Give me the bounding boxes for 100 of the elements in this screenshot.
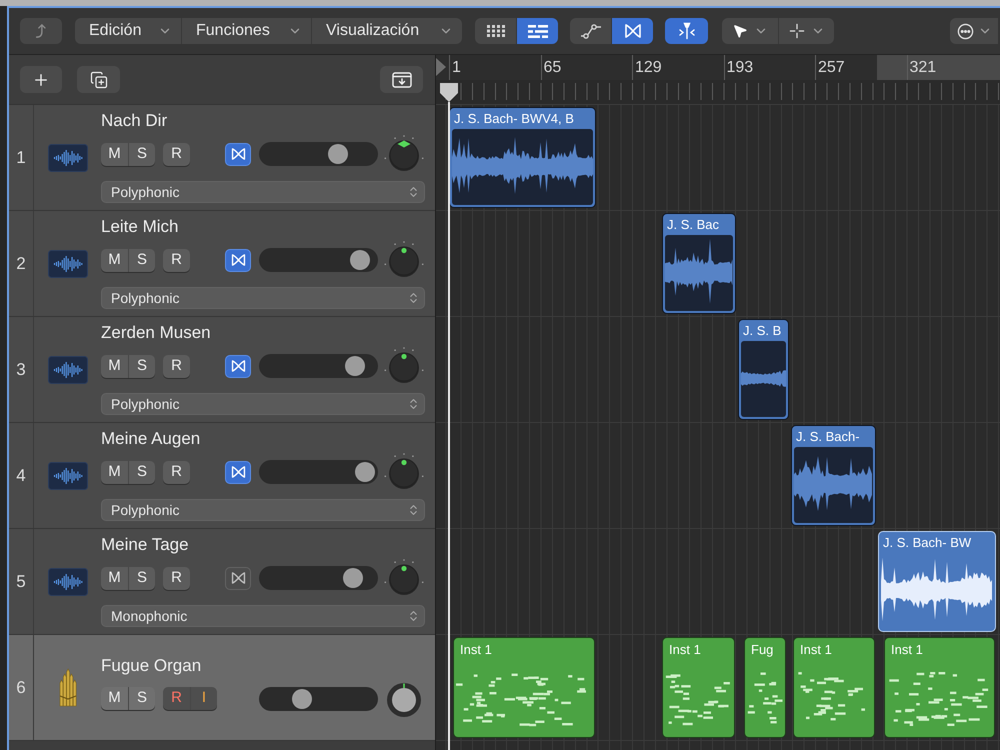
audio-region[interactable]: J. S. Bach- bbox=[791, 425, 876, 526]
list-view-button[interactable] bbox=[516, 18, 558, 44]
midi-region[interactable]: Fug bbox=[744, 637, 786, 738]
solo-button[interactable]: S bbox=[128, 354, 155, 378]
midi-region[interactable]: Inst 1 bbox=[662, 637, 735, 738]
mode-dropdown[interactable]: Polyphonic bbox=[101, 287, 425, 309]
track-header[interactable]: 2 Leite Mich M S R Polyphonic bbox=[9, 211, 435, 317]
mute-button[interactable]: M bbox=[101, 142, 128, 166]
mode-dropdown[interactable]: Polyphonic bbox=[101, 181, 425, 203]
track-header[interactable]: 1 Nach Dir M S R Polyphonic bbox=[9, 105, 435, 211]
record-button[interactable]: R bbox=[163, 354, 190, 378]
record-button[interactable]: R bbox=[163, 687, 190, 710]
more-options-button[interactable] bbox=[950, 18, 998, 44]
playhead-handle[interactable] bbox=[439, 82, 459, 103]
solo-button[interactable]: S bbox=[128, 687, 155, 710]
slider-thumb[interactable] bbox=[350, 250, 370, 270]
track-header[interactable]: 5 Meine Tage M S R Monophonic bbox=[9, 529, 435, 635]
grid-view-button[interactable] bbox=[475, 18, 516, 44]
pan-knob[interactable] bbox=[384, 134, 424, 174]
bowtie-icon bbox=[230, 571, 246, 585]
mode-dropdown[interactable]: Polyphonic bbox=[101, 393, 425, 415]
midi-region[interactable]: Inst 1 bbox=[453, 637, 595, 738]
region-name: J. S. Bach- BW bbox=[882, 534, 972, 552]
track-header[interactable]: 4 Meine Augen M S R Polyphonic bbox=[9, 423, 435, 529]
duplicate-track-button[interactable] bbox=[77, 66, 120, 93]
solo-button[interactable]: S bbox=[128, 248, 155, 272]
grid-icon bbox=[486, 25, 504, 37]
flex-button[interactable] bbox=[225, 460, 251, 484]
cycle-area[interactable] bbox=[877, 55, 1000, 80]
audio-region[interactable]: J. S. B bbox=[738, 319, 789, 420]
slider-thumb[interactable] bbox=[292, 688, 312, 708]
volume-slider[interactable] bbox=[259, 248, 378, 272]
waveform-icon bbox=[48, 462, 88, 490]
tool-menu-button[interactable] bbox=[722, 18, 778, 44]
mode-dropdown[interactable]: Monophonic bbox=[101, 605, 425, 627]
mute-button[interactable]: M bbox=[101, 460, 128, 484]
flex-button[interactable] bbox=[611, 18, 653, 44]
waveform-icon bbox=[48, 250, 88, 278]
tray-download-icon bbox=[392, 72, 412, 88]
menu-button[interactable]: Edición bbox=[75, 18, 181, 44]
midi-region[interactable]: Inst 1 bbox=[884, 637, 995, 738]
record-button[interactable]: R bbox=[163, 460, 190, 484]
flex-button[interactable] bbox=[225, 354, 251, 378]
pointer-icon bbox=[732, 23, 748, 39]
slider-thumb[interactable] bbox=[342, 568, 363, 588]
track-number: 1 bbox=[16, 146, 26, 169]
track-name: Zerden Musen bbox=[101, 324, 212, 342]
track-header[interactable]: 6 Fugue Organ M S R I bbox=[9, 635, 435, 741]
back-button[interactable] bbox=[20, 18, 62, 44]
record-button[interactable]: R bbox=[163, 566, 190, 590]
audio-region[interactable]: J. S. Bac bbox=[662, 213, 736, 314]
track-number: 2 bbox=[16, 252, 26, 275]
slider-thumb[interactable] bbox=[328, 144, 348, 164]
volume-slider[interactable] bbox=[259, 460, 378, 484]
slider-thumb[interactable] bbox=[355, 462, 376, 482]
bar-number: 65 bbox=[544, 59, 562, 76]
waveform-icon bbox=[48, 144, 88, 172]
catch-button[interactable] bbox=[665, 18, 708, 44]
region-name: Inst 1 bbox=[668, 641, 702, 659]
waveform-icon bbox=[48, 568, 88, 596]
bowtie-icon bbox=[230, 465, 246, 479]
track-name: Meine Tage bbox=[101, 536, 190, 554]
volume-slider[interactable] bbox=[259, 354, 378, 378]
record-button[interactable]: R bbox=[163, 248, 190, 272]
volume-slider[interactable] bbox=[259, 566, 378, 590]
add-track-button[interactable] bbox=[20, 66, 62, 93]
region-name: Inst 1 bbox=[890, 641, 924, 659]
bowtie-icon bbox=[230, 253, 246, 267]
solo-button[interactable]: S bbox=[128, 566, 155, 590]
audio-region[interactable]: J. S. Bach- BW bbox=[878, 531, 996, 632]
track-name: Nach Dir bbox=[101, 112, 168, 130]
tool-menu-button[interactable] bbox=[778, 18, 834, 44]
record-button[interactable]: R bbox=[163, 142, 190, 166]
input-monitor-button[interactable]: I bbox=[190, 687, 217, 710]
triangle-marker-icon[interactable] bbox=[436, 58, 446, 76]
flex-button[interactable] bbox=[225, 142, 251, 166]
menu-button[interactable]: Visualización bbox=[311, 18, 462, 44]
mode-dropdown[interactable]: Polyphonic bbox=[101, 499, 425, 521]
slider-thumb[interactable] bbox=[344, 356, 365, 376]
menu-button[interactable]: Funciones bbox=[181, 18, 311, 44]
region-name: J. S. Bach- bbox=[795, 428, 861, 446]
volume-slider[interactable] bbox=[259, 142, 378, 166]
tray-button[interactable] bbox=[380, 66, 423, 93]
track-number: 5 bbox=[16, 570, 26, 593]
bar-number: 1 bbox=[452, 59, 461, 76]
mute-button[interactable]: M bbox=[101, 248, 128, 272]
automation-button[interactable] bbox=[570, 18, 611, 44]
bar-number: 321 bbox=[910, 59, 936, 76]
solo-button[interactable]: S bbox=[128, 460, 155, 484]
volume-slider[interactable] bbox=[259, 686, 378, 710]
flex-button[interactable] bbox=[225, 248, 251, 272]
track-header[interactable]: 3 Zerden Musen M S R Polyphonic bbox=[9, 317, 435, 423]
mute-button[interactable]: M bbox=[101, 687, 128, 710]
list-icon bbox=[528, 24, 548, 38]
track-number: 3 bbox=[16, 358, 26, 381]
solo-button[interactable]: S bbox=[128, 142, 155, 166]
mute-button[interactable]: M bbox=[101, 566, 128, 590]
audio-region[interactable]: J. S. Bach- BWV4, B bbox=[449, 107, 596, 208]
mute-button[interactable]: M bbox=[101, 354, 128, 378]
midi-region[interactable]: Inst 1 bbox=[793, 637, 875, 738]
